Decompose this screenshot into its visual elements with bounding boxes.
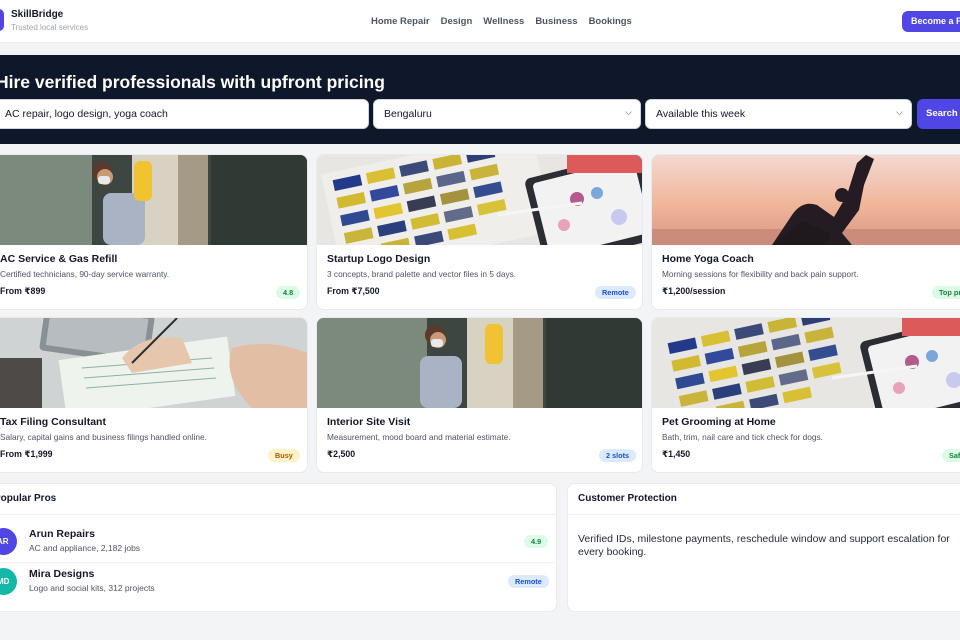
rating-badge: 4.8 (276, 286, 301, 299)
card-description: Bath, trim, nail care and tick check for… (662, 432, 823, 442)
brand-name[interactable]: SkillBridge (11, 9, 63, 20)
card-title: Pet Grooming at Home (662, 416, 776, 428)
card-price: ₹1,200/session (662, 286, 726, 296)
panel-title: Customer Protection (578, 493, 677, 504)
pro-meta: AC and appliance, 2,182 jobs (29, 543, 141, 553)
service-card-logo[interactable]: Startup Logo Design 3 concepts, brand pa… (317, 155, 642, 309)
cleaning-photo (0, 155, 307, 245)
main-nav: Home Repair Design Wellness Business Boo… (371, 16, 632, 27)
search-input-value: AC repair, logo design, yoga coach (5, 108, 168, 120)
service-search-input[interactable]: AC repair, logo design, yoga coach (0, 99, 369, 129)
top-pro-badge: Top pro (932, 286, 960, 299)
divider (568, 514, 960, 515)
card-title: Home Yoga Coach (662, 253, 754, 265)
safe-badge: Safe (942, 449, 960, 462)
brand-tagline: Trusted local services (11, 23, 89, 32)
brand-logo-icon[interactable] (0, 9, 4, 31)
availability-select[interactable]: Available this week ⌵ (645, 99, 912, 129)
remote-badge: Remote (595, 286, 636, 299)
busy-badge: Busy (268, 449, 300, 462)
card-price: ₹1,450 (662, 449, 691, 459)
card-price: ₹2,500 (327, 449, 356, 459)
service-card-ac[interactable]: AC Service & Gas Refill Certified techni… (0, 155, 307, 309)
avatar: AR (0, 528, 17, 555)
nav-business[interactable]: Business (535, 16, 577, 27)
card-price: From ₹7,500 (327, 286, 380, 296)
card-title: Tax Filing Consultant (0, 416, 106, 428)
availability-select-value: Available this week (656, 108, 746, 120)
color-swatch-photo (317, 155, 642, 245)
service-card-tax[interactable]: Tax Filing Consultant Salary, capital ga… (0, 318, 307, 472)
popular-pros-panel: Popular Pros AR Arun Repairs AC and appl… (0, 484, 556, 611)
cleaning-photo (317, 318, 642, 408)
card-description: Measurement, mood board and material est… (327, 432, 511, 442)
card-price: From ₹1,999 (0, 449, 53, 459)
pro-row-mira[interactable]: MD Mira Designs Logo and social kits, 31… (0, 562, 556, 602)
service-card-pet[interactable]: Pet Grooming at Home Bath, trim, nail ca… (652, 318, 960, 472)
nav-bookings[interactable]: Bookings (589, 16, 632, 27)
card-title: Interior Site Visit (327, 416, 411, 428)
chevron-down-icon: ⌵ (896, 107, 903, 117)
slots-badge: 2 slots (599, 449, 637, 462)
avatar: MD (0, 568, 17, 595)
nav-wellness[interactable]: Wellness (483, 16, 524, 27)
panel-title: Popular Pros (0, 493, 57, 504)
card-description: Certified technicians, 90-day service wa… (0, 269, 170, 279)
top-header: SkillBridge Trusted local services Home … (0, 0, 960, 43)
customer-protection-panel: Customer Protection Verified IDs, milest… (568, 484, 960, 611)
pro-name: Mira Designs (29, 568, 95, 580)
city-select-value: Bengaluru (384, 108, 432, 120)
card-description: 3 concepts, brand palette and vector fil… (327, 269, 517, 279)
become-pro-button[interactable]: Become a Pro (902, 11, 960, 32)
pro-name: Arun Repairs (29, 528, 95, 540)
card-title: Startup Logo Design (327, 253, 431, 265)
protection-text: Verified IDs, milestone payments, resche… (578, 533, 950, 558)
yoga-sunset-photo (652, 155, 960, 245)
nav-design[interactable]: Design (441, 16, 473, 27)
card-description: Morning sessions for flexibility and bac… (662, 269, 859, 279)
card-description: Salary, capital gains and business filin… (0, 432, 207, 442)
search-button[interactable]: Search (917, 99, 960, 129)
nav-home-repair[interactable]: Home Repair (371, 16, 430, 27)
pro-row-arun[interactable]: AR Arun Repairs AC and appliance, 2,182 … (0, 522, 556, 562)
color-swatch-photo (652, 318, 960, 408)
card-price: From ₹899 (0, 286, 46, 296)
service-card-yoga[interactable]: Home Yoga Coach Morning sessions for fle… (652, 155, 960, 309)
remote-badge: Remote (508, 575, 549, 588)
chevron-down-icon: ⌵ (625, 107, 632, 117)
paperwork-photo (0, 318, 307, 408)
hero-title: Hire verified professionals with upfront… (0, 72, 385, 92)
city-select[interactable]: Bengaluru ⌵ (373, 99, 641, 129)
pro-meta: Logo and social kits, 312 projects (29, 583, 155, 593)
service-card-interior[interactable]: Interior Site Visit Measurement, mood bo… (317, 318, 642, 472)
rating-badge: 4.9 (524, 535, 549, 548)
card-title: AC Service & Gas Refill (0, 253, 118, 265)
divider (0, 514, 556, 515)
